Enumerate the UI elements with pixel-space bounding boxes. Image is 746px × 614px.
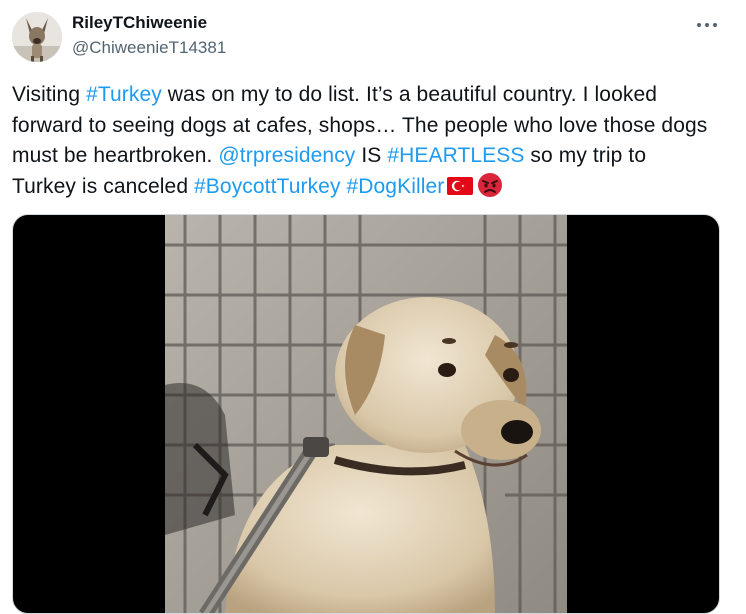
dog-avatar-image	[12, 12, 62, 62]
tweet-text-line: Turkey is canceled #BoycottTurkey #DogKi…	[12, 172, 728, 203]
hashtag-link[interactable]: #BoycottTurkey	[194, 175, 341, 198]
hashtag-link[interactable]: #HEARTLESS	[387, 144, 524, 167]
angry-face-icon	[478, 172, 503, 197]
display-name[interactable]: RileyTChiweenie	[72, 13, 207, 33]
hashtag-link[interactable]: #Turkey	[86, 83, 162, 106]
text-segment: Visiting	[12, 83, 87, 106]
text-segment: forward to seeing dogs at cafes, shops… …	[12, 113, 708, 137]
text-segment: IS	[355, 144, 388, 167]
tweet-card: RileyTChiweenie @ChiweenieT14381 Visitin…	[0, 0, 746, 614]
mention-link[interactable]: @trpresidency	[218, 144, 355, 167]
tweet-text-line: Visiting #Turkey was on my to do list. I…	[12, 80, 728, 111]
text-segment: must be heartbroken.	[12, 144, 219, 167]
more-horizontal-icon	[697, 23, 717, 27]
user-handle[interactable]: @ChiweenieT14381	[72, 38, 226, 58]
text-segment: so my trip to	[524, 144, 647, 167]
avatar[interactable]	[12, 12, 62, 62]
more-options-button[interactable]	[690, 12, 724, 38]
dog-in-cage-image	[165, 215, 567, 613]
turkey-flag-icon	[447, 176, 474, 195]
text-segment: Turkey is canceled	[12, 174, 195, 198]
video-player[interactable]	[12, 214, 720, 614]
hashtag-link[interactable]: #DogKiller	[346, 175, 444, 198]
tweet-text-line: must be heartbroken. @trpresidency IS #H…	[12, 141, 728, 172]
tweet-text-line: forward to seeing dogs at cafes, shops… …	[12, 111, 728, 142]
text-segment: was on my to do list. It’s a beautiful c…	[161, 83, 658, 106]
video-frame	[165, 215, 567, 613]
tweet-text: Visiting #Turkey was on my to do list. I…	[12, 80, 728, 202]
